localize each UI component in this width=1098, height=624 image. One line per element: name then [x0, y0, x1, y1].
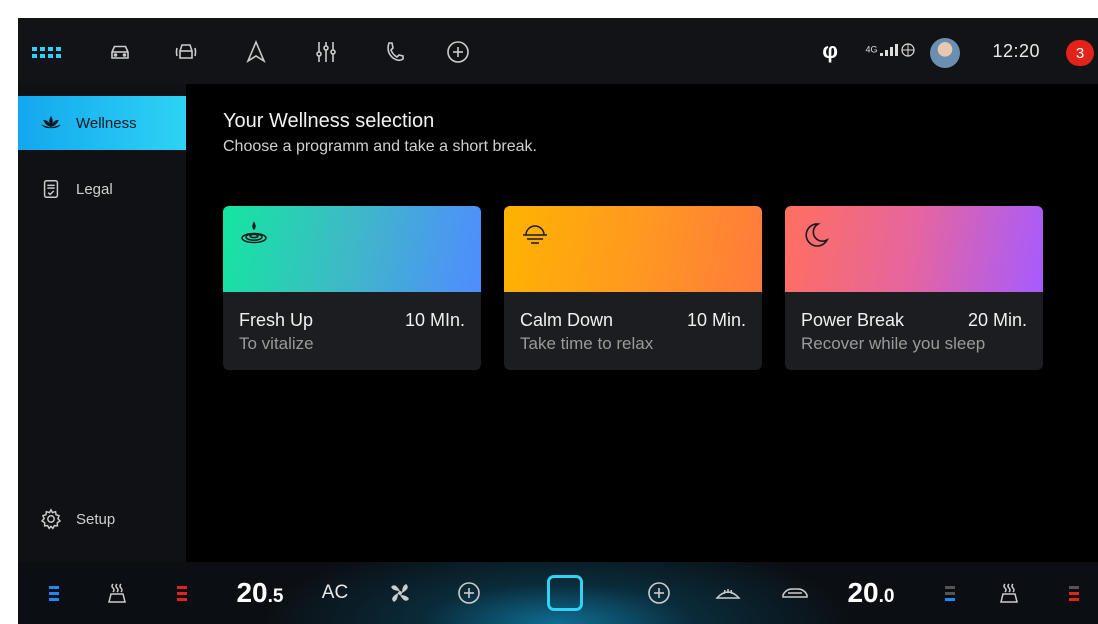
- left-temp-value: 20: [236, 577, 268, 608]
- rear-defrost-icon[interactable]: [778, 562, 812, 624]
- sidebar-item-label: Legal: [76, 180, 113, 198]
- windshield-defrost-icon[interactable]: [712, 562, 744, 624]
- add-left-icon[interactable]: [454, 562, 484, 624]
- right-temp-value: 20: [847, 577, 879, 608]
- lotus-icon: [41, 115, 61, 129]
- left-temperature[interactable]: 20.5: [228, 562, 292, 624]
- clock: 12:20: [992, 41, 1040, 61]
- add-circle-icon[interactable]: [444, 38, 472, 66]
- top-bar: φ 4G 12:20 3: [18, 18, 1098, 84]
- right-seat-heating-button[interactable]: [1062, 562, 1086, 624]
- signal-label: 4G: [865, 44, 878, 55]
- card-header: [504, 206, 762, 292]
- fan-icon[interactable]: [384, 562, 416, 624]
- navigation-icon[interactable]: [242, 38, 270, 66]
- card-duration: 10 MIn.: [404, 310, 465, 330]
- home-icon: [547, 575, 583, 611]
- water-drop-icon: [241, 221, 267, 244]
- page-subtitle: Choose a programm and take a short break…: [223, 138, 537, 155]
- card-duration: 20 Min.: [967, 310, 1027, 330]
- card-header: [785, 206, 1043, 292]
- moon-icon: [805, 223, 829, 247]
- user-avatar[interactable]: [930, 38, 960, 68]
- right-seat-heat-icon[interactable]: [994, 562, 1024, 624]
- program-card-power-break[interactable]: Power Break 20 Min. Recover while you sl…: [785, 206, 1043, 370]
- right-temperature[interactable]: 20.0: [838, 562, 904, 624]
- right-temp-decimal: .0: [878, 586, 895, 607]
- ac-button[interactable]: AC: [320, 562, 350, 624]
- add-right-icon[interactable]: [644, 562, 674, 624]
- sidebar-item-setup[interactable]: Setup: [18, 492, 186, 546]
- card-title: Calm Down: [520, 310, 614, 330]
- sidebar: Wellness Legal Setup: [18, 84, 186, 562]
- card-title: Fresh Up: [239, 310, 314, 330]
- phone-icon[interactable]: [380, 38, 408, 66]
- card-title: Power Break: [801, 310, 905, 330]
- card-header: [223, 206, 481, 292]
- sidebar-item-label: Setup: [76, 510, 116, 528]
- signal-strength-icon: 4G: [865, 42, 916, 58]
- page-title: Your Wellness selection: [223, 110, 435, 132]
- card-description: Take time to relax: [520, 334, 654, 353]
- home-button[interactable]: [544, 562, 586, 624]
- card-description: To vitalize: [239, 334, 314, 353]
- sidebar-item-label: Wellness: [76, 114, 137, 132]
- left-seat-cooling-button[interactable]: [42, 562, 66, 624]
- card-description: Recover while you sleep: [801, 334, 986, 353]
- cooling-level-icon: [945, 585, 955, 601]
- right-seat-cooling-button[interactable]: [938, 562, 962, 624]
- apps-grid-icon[interactable]: [31, 38, 61, 66]
- car-icon[interactable]: [106, 38, 134, 66]
- climate-bar: 20.5 AC 20.0: [18, 562, 1098, 624]
- card-duration: 10 Min.: [686, 310, 746, 330]
- notification-badge[interactable]: 3: [1066, 40, 1094, 66]
- heating-level-icon: [1069, 585, 1079, 601]
- sidebar-item-legal[interactable]: Legal: [18, 162, 186, 216]
- gear-icon: [40, 508, 62, 530]
- wireless-charging-icon: φ: [822, 38, 838, 63]
- document-icon: [43, 180, 59, 198]
- infotainment-screen: φ 4G 12:20 3 Wellness Legal Setup Your W…: [18, 18, 1098, 624]
- left-temp-decimal: .5: [267, 586, 284, 607]
- left-seat-heating-button[interactable]: [170, 562, 194, 624]
- sidebar-item-wellness[interactable]: Wellness: [18, 96, 186, 150]
- car-front-icon[interactable]: [172, 38, 200, 66]
- sunset-icon: [523, 225, 547, 244]
- left-seat-heat-icon[interactable]: [102, 562, 132, 624]
- cooling-level-icon: [49, 585, 59, 601]
- equalizer-icon[interactable]: [312, 38, 340, 66]
- heating-level-icon: [177, 585, 187, 601]
- program-card-fresh-up[interactable]: Fresh Up 10 MIn. To vitalize: [223, 206, 481, 370]
- program-card-calm-down[interactable]: Calm Down 10 Min. Take time to relax: [504, 206, 762, 370]
